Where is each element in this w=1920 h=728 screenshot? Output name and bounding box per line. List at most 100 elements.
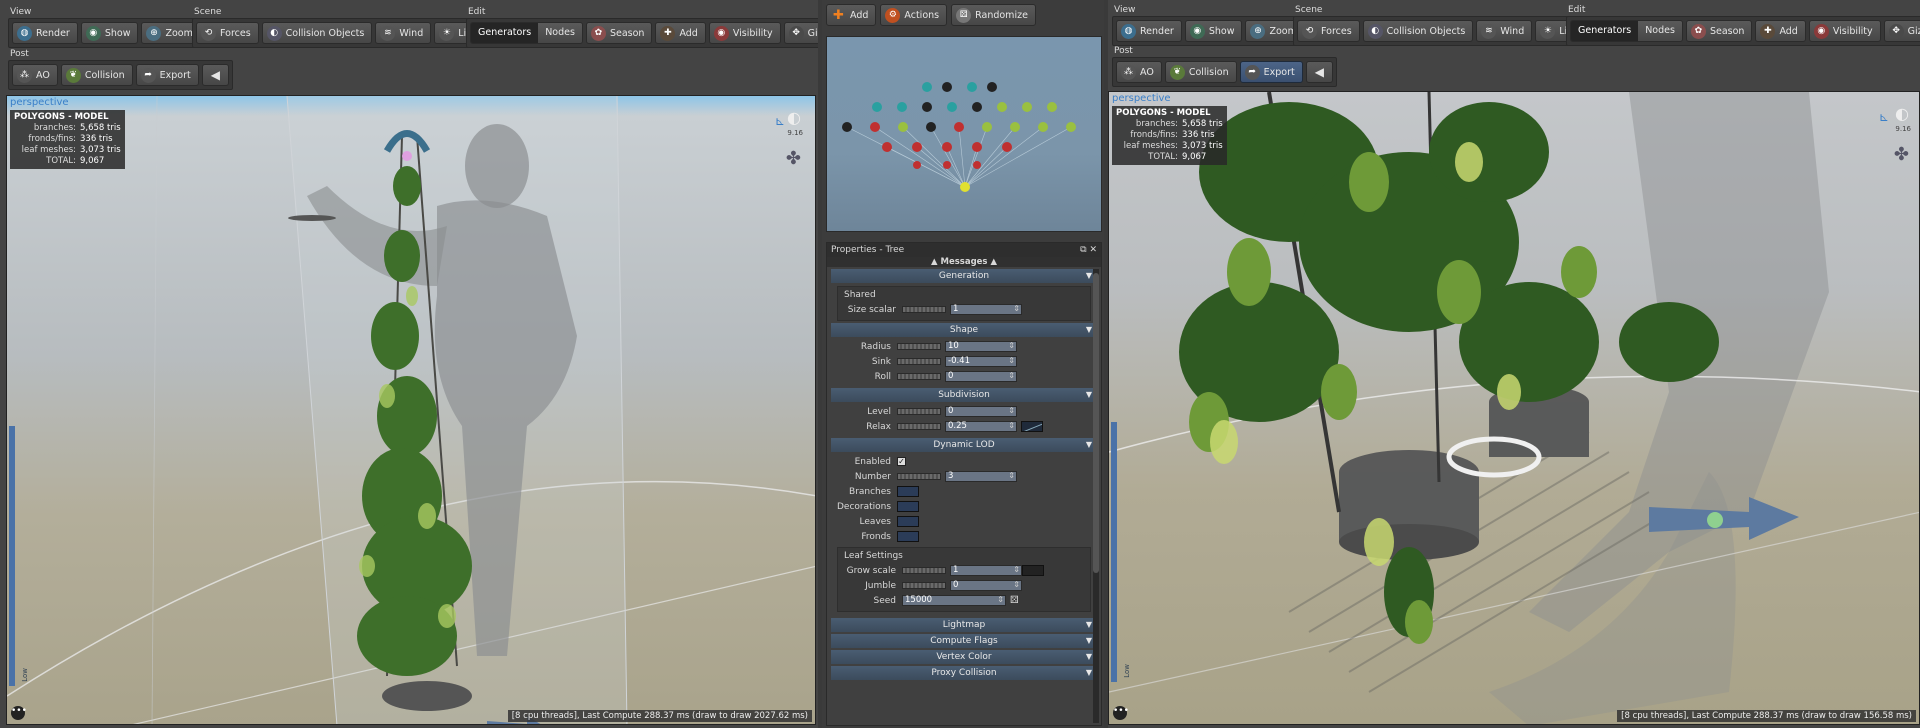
collision-objects-button[interactable]: ◐ Collision Objects	[1362, 20, 1474, 42]
visibility-button[interactable]: ◉ Visibility	[708, 22, 781, 44]
add-button[interactable]: ✚ Add	[1755, 20, 1806, 42]
forces-icon: ⟲	[201, 25, 216, 41]
export-button[interactable]: ➦ Export	[1239, 61, 1303, 83]
gizmo-button[interactable]: ✥Gizmo	[783, 22, 818, 44]
collision-icon: ❦	[1169, 64, 1185, 80]
season-button[interactable]: ✿ Season	[1685, 20, 1753, 42]
light-direction-icon[interactable]: ◐	[1895, 104, 1909, 123]
post-group: Post ⁂ AO ❦ Collision ➦ Export ◀	[8, 48, 233, 90]
ao-button[interactable]: ⁂ AO	[1116, 61, 1162, 83]
left-scene-render	[7, 96, 815, 724]
tab-generators[interactable]: Generators	[1571, 21, 1639, 41]
dock-icon[interactable]: ⧉	[1080, 245, 1086, 255]
enabled-checkbox[interactable]: ✓	[897, 457, 906, 466]
subdivision-body: Level0 Relax0.25	[827, 402, 1101, 436]
tab-generators[interactable]: Generators	[471, 23, 539, 43]
ao-button[interactable]: ⁂ AO	[12, 64, 58, 86]
fronds-curve-button[interactable]	[897, 531, 919, 542]
relax-field[interactable]: 0.25	[945, 421, 1017, 432]
wind-direction-icon[interactable]: ✤	[786, 148, 801, 169]
level-slider[interactable]	[897, 408, 941, 415]
relax-slider[interactable]	[897, 423, 941, 430]
show-button[interactable]: ◉ Show	[80, 22, 139, 44]
section-dynamic-lod[interactable]: Dynamic LOD ▼	[831, 438, 1097, 452]
section-compute-flags[interactable]: Compute Flags ▼	[831, 634, 1097, 648]
edit-group-label: Edit	[468, 7, 486, 17]
zoom-icon: ⊕	[146, 25, 162, 41]
properties-panel: Properties - Tree ⧉ ✕ ▲ Messages ▲ Gener…	[826, 242, 1102, 726]
section-subdivision[interactable]: Subdivision ▼	[831, 388, 1097, 402]
seed-field[interactable]: 15000	[902, 595, 1006, 606]
render-button[interactable]: ◍ Render	[12, 22, 78, 44]
left-3d-viewport[interactable]: perspective POLYGONS - MODEL branches: 5,…	[6, 95, 816, 725]
show-button[interactable]: ◉ Show	[1184, 20, 1243, 42]
render-button[interactable]: ◍ Render	[1116, 20, 1182, 42]
section-vertex-color[interactable]: Vertex Color ▼	[831, 650, 1097, 664]
tab-nodes[interactable]: Nodes	[1638, 21, 1682, 41]
back-button[interactable]: ◀	[201, 64, 229, 86]
export-button[interactable]: ➦ Export	[135, 64, 199, 86]
section-proxy-collision[interactable]: Proxy Collision ▼	[831, 666, 1097, 680]
size-scalar-slider[interactable]	[902, 306, 946, 313]
branches-curve-button[interactable]	[897, 486, 919, 497]
back-button[interactable]: ◀	[1305, 61, 1333, 83]
number-field[interactable]: 3	[945, 471, 1017, 482]
dice-icon: ⚄	[956, 7, 972, 23]
chevron-down-icon: ▼	[1085, 636, 1092, 645]
view-group-label: View	[10, 7, 32, 17]
sink-field[interactable]: -0.41	[945, 356, 1017, 367]
node-graph-canvas[interactable]	[826, 36, 1102, 232]
messages-bar[interactable]: ▲ Messages ▲	[827, 257, 1101, 267]
number-slider[interactable]	[897, 473, 941, 480]
radius-field[interactable]: 10	[945, 341, 1017, 352]
roll-field[interactable]: 0	[945, 371, 1017, 382]
section-generation[interactable]: Generation ▼	[831, 269, 1097, 283]
roll-slider[interactable]	[897, 373, 941, 380]
grow-scale-field[interactable]: 1	[950, 565, 1022, 576]
viewport-label: perspective	[10, 97, 69, 108]
level-field[interactable]: 0	[945, 406, 1017, 417]
properties-scrollbar[interactable]	[1093, 269, 1099, 723]
size-scalar-field[interactable]: 1	[950, 304, 1022, 315]
actions-button[interactable]: ⚙ Actions	[880, 4, 948, 26]
season-button[interactable]: ✿ Season	[585, 22, 653, 44]
radius-slider[interactable]	[897, 343, 941, 350]
season-icon: ✿	[1690, 23, 1706, 39]
wind-button[interactable]: ≋ Wind	[375, 22, 432, 44]
jumble-slider[interactable]	[902, 582, 946, 589]
decorations-curve-button[interactable]	[897, 501, 919, 512]
scene-group: Scene ⟲ Forces ◐ Collision Objects ≋ Wind ☀…	[192, 6, 494, 48]
forces-button[interactable]: ⟲ Forces	[196, 22, 259, 44]
jumble-field[interactable]: 0	[950, 580, 1022, 591]
grow-scale-curve-button[interactable]	[1022, 565, 1044, 576]
collision-button[interactable]: ❦ Collision	[1164, 61, 1237, 83]
leaves-curve-button[interactable]	[897, 516, 919, 527]
gizmo-button[interactable]: ✥Gizmo	[1883, 20, 1920, 42]
section-lightmap[interactable]: Lightmap ▼	[831, 618, 1097, 632]
light-icon: ☀	[1540, 23, 1556, 39]
relax-curve-button[interactable]	[1021, 421, 1043, 432]
tab-nodes[interactable]: Nodes	[538, 23, 582, 43]
visibility-button[interactable]: ◉ Visibility	[1808, 20, 1881, 42]
wind-direction-icon[interactable]: ✤	[1894, 144, 1909, 165]
close-icon[interactable]: ✕	[1089, 245, 1097, 255]
more-options-button[interactable]: •••	[11, 706, 27, 720]
forces-button[interactable]: ⟲ Forces	[1297, 20, 1360, 42]
wind-button[interactable]: ≋ Wind	[1476, 20, 1533, 42]
zoom-icon: ⊕	[1250, 23, 1266, 39]
section-shape[interactable]: Shape ▼	[831, 323, 1097, 337]
render-icon: ◍	[17, 25, 32, 41]
right-3d-viewport[interactable]: perspective POLYGONS - MODEL branches: 5,…	[1108, 91, 1920, 725]
leaf-settings-body: Leaf Settings Grow scale1 Jumble0 Seed15…	[837, 547, 1091, 612]
light-direction-icon[interactable]: ◐	[787, 108, 801, 127]
collision-objects-button[interactable]: ◐ Collision Objects	[261, 22, 373, 44]
collision-button[interactable]: ❦ Collision	[60, 64, 133, 86]
camera-value: 9.16	[1895, 125, 1911, 133]
randomize-button[interactable]: ⚄ Randomize	[951, 4, 1036, 26]
more-options-button[interactable]: •••	[1113, 706, 1129, 720]
dice-icon[interactable]: ⚄	[1010, 595, 1019, 606]
node-add-button[interactable]: ✚ Add	[826, 4, 877, 26]
sink-slider[interactable]	[897, 358, 941, 365]
add-button[interactable]: ✚ Add	[655, 22, 706, 44]
grow-scale-slider[interactable]	[902, 567, 946, 574]
